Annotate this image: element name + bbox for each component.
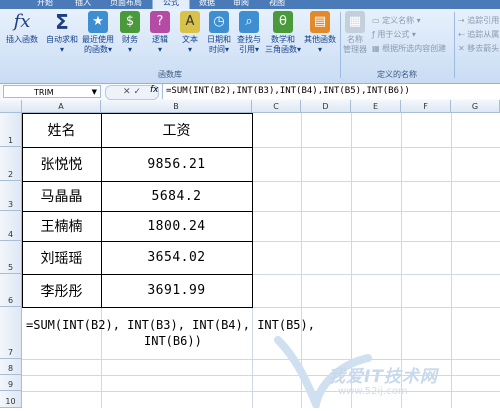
insert-function-fx-icon[interactable]: fx (150, 85, 159, 95)
select-all-corner[interactable] (0, 100, 22, 113)
column-header-d[interactable]: D (301, 100, 351, 113)
use-in-formula-button[interactable]: ƒ 用于公式 ▾ (372, 29, 416, 40)
tab-data[interactable]: 数据 (192, 0, 222, 9)
table-border (22, 307, 253, 308)
tab-formulas[interactable]: 公式 (152, 0, 190, 9)
cell-b3[interactable]: 5684.2 (101, 181, 252, 211)
row-header-4[interactable]: 4 (0, 211, 22, 241)
ribbon-tab-bar: 开始 插入 页面布局 公式 数据 审阅 视图 (0, 0, 500, 9)
tab-view[interactable]: 视图 (262, 0, 292, 9)
fx-icon: fx (13, 11, 31, 32)
question-book-icon: ? (150, 11, 170, 33)
ribbon-separator (454, 12, 455, 78)
column-header-g[interactable]: G (451, 100, 500, 113)
cell-a3[interactable]: 马晶晶 (22, 181, 101, 211)
cell-b5[interactable]: 3654.02 (101, 241, 252, 274)
cell-a5[interactable]: 刘瑶瑶 (22, 241, 101, 274)
watermark-url: www.52ij.com (338, 386, 408, 397)
magnifier-book-icon: ⌕ (239, 11, 259, 33)
insert-function-button[interactable]: fx 插入函数 (2, 11, 42, 45)
more-book-icon: ▤ (310, 11, 330, 33)
row-header-9[interactable]: 9 (0, 375, 22, 391)
math-trig-button[interactable]: θ 数学和 三角函数▾ (264, 11, 302, 55)
row-header-7[interactable]: 7 (0, 307, 22, 359)
row-header-10[interactable]: 10 (0, 391, 22, 408)
tab-home[interactable]: 开始 (30, 0, 60, 9)
column-header-e[interactable]: E (351, 100, 401, 113)
row-header-1[interactable]: 1 (0, 113, 22, 147)
name-tag-icon: ▦ (345, 11, 365, 33)
enter-icon[interactable]: ✓ (133, 87, 141, 97)
row-header-2[interactable]: 2 (0, 147, 22, 181)
column-header-c[interactable]: C (252, 100, 301, 113)
cell-b4[interactable]: 1800.24 (101, 211, 252, 241)
column-header-a[interactable]: A (22, 100, 101, 113)
ribbon-separator (340, 12, 341, 78)
site-watermark: 我爱IT技术网 www.52ij.com (268, 330, 500, 411)
sigma-icon: Σ (55, 10, 69, 34)
table-border (252, 113, 253, 308)
cell-a2[interactable]: 张悦悦 (22, 147, 101, 181)
column-header-b[interactable]: B (101, 100, 252, 113)
group-label-defined-names: 定义的名称 (377, 70, 417, 79)
row-header-6[interactable]: 6 (0, 274, 22, 307)
star-book-icon: ★ (88, 11, 108, 33)
cell-b2[interactable]: 9856.21 (101, 147, 252, 181)
cell-b6[interactable]: 3691.99 (101, 274, 252, 307)
more-functions-button[interactable]: ▤ 其他函数 ▾ (302, 11, 338, 55)
define-name-button[interactable]: ▭ 定义名称 ▾ (372, 15, 421, 26)
name-box[interactable]: TRIM ▼ (3, 85, 101, 98)
formula-bar: TRIM ▼ ✕ ✓ fx =SUM(INT(B2),INT(B3),INT(B… (0, 84, 500, 101)
date-time-button[interactable]: ◷ 日期和 时间▾ (204, 11, 234, 55)
logical-button[interactable]: ? 逻辑 ▾ (146, 11, 174, 55)
recent-functions-button[interactable]: ★ 最近使用 的函数▾ (80, 11, 116, 55)
money-book-icon: $ (120, 11, 140, 33)
autosum-button[interactable]: Σ 自动求和 ▾ (44, 11, 80, 55)
column-header-f[interactable]: F (401, 100, 451, 113)
row-header-5[interactable]: 5 (0, 241, 22, 274)
tab-insert[interactable]: 插入 (68, 0, 98, 9)
trace-precedents-button[interactable]: ⇢ 追踪引用 (458, 15, 499, 26)
row-header-8[interactable]: 8 (0, 359, 22, 375)
text-button[interactable]: A 文本 ▾ (176, 11, 204, 55)
cell-a1-header-name[interactable]: 姓名 (22, 113, 101, 147)
group-label-function-library: 函数库 (158, 70, 182, 79)
theta-book-icon: θ (273, 11, 293, 33)
create-from-selection-button[interactable]: ▦ 根据所选内容创建 (372, 43, 446, 54)
cell-b1-header-salary[interactable]: 工资 (101, 113, 252, 147)
tab-review[interactable]: 审阅 (226, 0, 256, 9)
chevron-down-icon[interactable]: ▼ (92, 86, 97, 99)
financial-button[interactable]: $ 财务 ▾ (116, 11, 144, 55)
cell-a6[interactable]: 李彤彤 (22, 274, 101, 307)
remove-arrows-button[interactable]: ✕ 移去箭头 (458, 43, 499, 54)
trace-dependents-button[interactable]: ⇠ 追踪从属 (458, 29, 499, 40)
formula-input[interactable]: =SUM(INT(B2),INT(B3),INT(B4),INT(B5),INT… (162, 84, 500, 99)
ribbon: fx 插入函数 Σ 自动求和 ▾ ★ 最近使用 的函数▾ $ 财务 ▾ ? 逻辑… (0, 9, 500, 84)
name-manager-button[interactable]: ▦ 名称 管理器 (342, 11, 368, 55)
clock-book-icon: ◷ (209, 11, 229, 33)
text-book-icon: A (180, 11, 200, 33)
lookup-reference-button[interactable]: ⌕ 查找与 引用▾ (234, 11, 264, 55)
watermark-text: 我爱IT技术网 (328, 367, 438, 387)
cell-a4[interactable]: 王楠楠 (22, 211, 101, 241)
cancel-icon[interactable]: ✕ (123, 87, 131, 97)
tab-page-layout[interactable]: 页面布局 (104, 0, 148, 9)
row-header-3[interactable]: 3 (0, 181, 22, 211)
